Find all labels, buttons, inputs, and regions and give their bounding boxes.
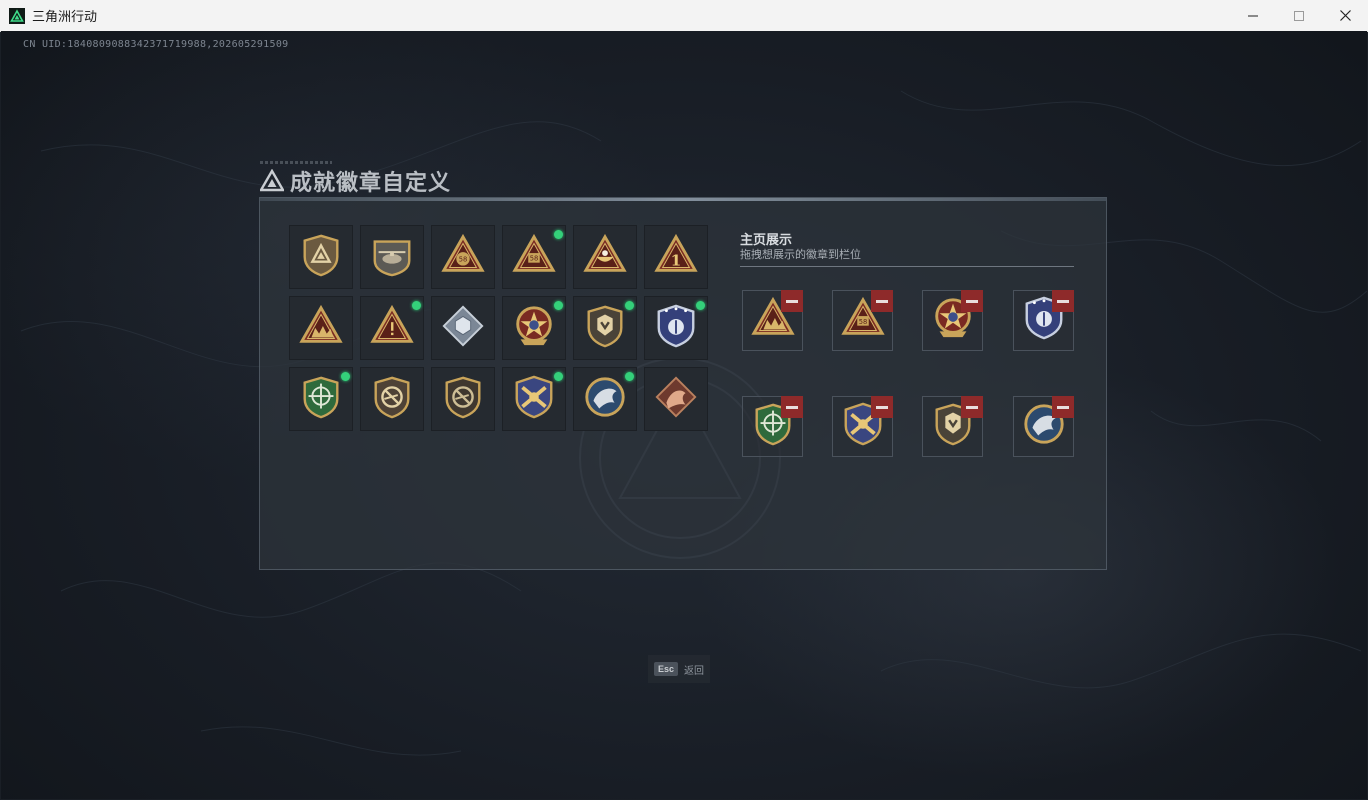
delta-triangle-icon [260,169,284,193]
window-title: 三角洲行动 [32,9,98,24]
badge-slot[interactable] [573,367,637,431]
minus-icon [786,405,798,409]
dragon-diamond-badge-icon [653,374,699,425]
blue-police-badge-icon [653,303,699,354]
star-medal-badge-icon [511,303,557,354]
showcase-slot[interactable] [832,396,893,457]
remove-badge-button[interactable] [871,290,893,312]
remove-badge-button[interactable] [781,290,803,312]
no-rifle-shield-badge-icon [369,374,415,425]
minus-icon [876,299,888,303]
close-icon [1339,10,1351,21]
back-label: 返回 [684,665,704,677]
new-indicator-dot [341,372,350,381]
heading-decoration [260,161,332,164]
badge-slot[interactable] [360,225,424,289]
badge-slot[interactable] [431,367,495,431]
badge-slot[interactable]: 58 [431,225,495,289]
number-58-triangle-badge-icon: 58 [511,232,557,283]
chevron-shield-badge-icon [582,303,628,354]
new-indicator-dot [412,301,421,310]
dialog-title: 成就徽章自定义 [290,170,452,195]
maximize-icon [1294,10,1304,21]
remove-badge-button[interactable] [871,396,893,418]
green-crosshair-shield-badge-icon [298,374,344,425]
app-logo-icon [9,7,25,24]
helicopter-triangle-badge-icon [369,232,415,283]
minus-icon [1057,405,1069,409]
squad-triangle-badge-icon [298,303,344,354]
badge-slot[interactable] [502,367,566,431]
number-1-triangle-badge-icon: 1 [653,232,699,283]
minus-icon [1057,299,1069,303]
badge-slot[interactable] [289,296,353,360]
minimize-button[interactable] [1230,0,1276,31]
eagle-circle-badge-icon [582,374,628,425]
showcase-slot[interactable] [1013,396,1074,457]
svg-text:1: 1 [671,251,682,269]
badge-slot[interactable] [502,296,566,360]
panel-top-highlight [260,198,1106,201]
svg-text:58: 58 [459,255,468,263]
new-indicator-dot [554,230,563,239]
new-indicator-dot [554,301,563,310]
minus-icon [966,299,978,303]
svg-text:58: 58 [858,318,867,326]
player-uid: CN UID:1840809088342371719988,2026052915… [23,39,289,50]
badge-slot[interactable] [289,225,353,289]
crossed-swords-shield-badge-icon [511,374,557,425]
cube-diamond-badge-icon [440,303,486,354]
showcase-slot[interactable] [742,290,803,351]
showcase-divider [740,266,1074,267]
badge-slot[interactable] [289,367,353,431]
showcase-slot[interactable] [742,396,803,457]
badge-slot[interactable]: 1 [644,225,708,289]
badge-slot[interactable] [431,296,495,360]
new-indicator-dot [625,372,634,381]
badge-slot[interactable] [360,367,424,431]
minimize-icon [1248,15,1258,16]
minus-icon [966,405,978,409]
svg-text:58: 58 [530,254,539,262]
minus-icon [786,299,798,303]
showcase-slot[interactable] [922,290,983,351]
remove-badge-button[interactable] [1052,290,1074,312]
new-indicator-dot [554,372,563,381]
showcase-slot[interactable] [922,396,983,457]
showcase-slot[interactable]: 58 [832,290,893,351]
bowl-triangle-badge-icon [582,232,628,283]
remove-badge-button[interactable] [781,396,803,418]
new-indicator-dot [625,301,634,310]
minus-icon [876,405,888,409]
badge-customization-panel: 58 58 1 主页展示 拖拽想展示的徽章到栏位 58 [259,197,1107,570]
bag-triangle-badge-icon: 58 [440,232,486,283]
remove-badge-button[interactable] [1052,396,1074,418]
maximize-button[interactable] [1276,0,1322,31]
esc-key-hint: Esc [653,662,678,676]
window-titlebar: 三角洲行动 [0,0,1368,32]
new-indicator-dot [696,301,705,310]
remove-badge-button[interactable] [961,290,983,312]
badge-slot[interactable]: 58 [502,225,566,289]
badge-collection-grid: 58 58 1 [289,225,708,431]
close-button[interactable] [1322,0,1368,31]
back-button[interactable]: Esc 返回 [648,655,710,683]
badge-slot[interactable] [644,296,708,360]
badge-slot[interactable] [573,225,637,289]
shield-triangle-badge-icon [298,232,344,283]
warning-triangle-badge-icon [369,303,415,354]
badge-slot[interactable] [644,367,708,431]
dialog-heading: 成就徽章自定义 [260,165,451,197]
remove-badge-button[interactable] [961,396,983,418]
no-rifle-shield-badge-dark-icon [440,374,486,425]
showcase-slot[interactable] [1013,290,1074,351]
badge-slot[interactable] [573,296,637,360]
showcase-hint: 拖拽想展示的徽章到栏位 [740,249,861,261]
badge-slot[interactable] [360,296,424,360]
